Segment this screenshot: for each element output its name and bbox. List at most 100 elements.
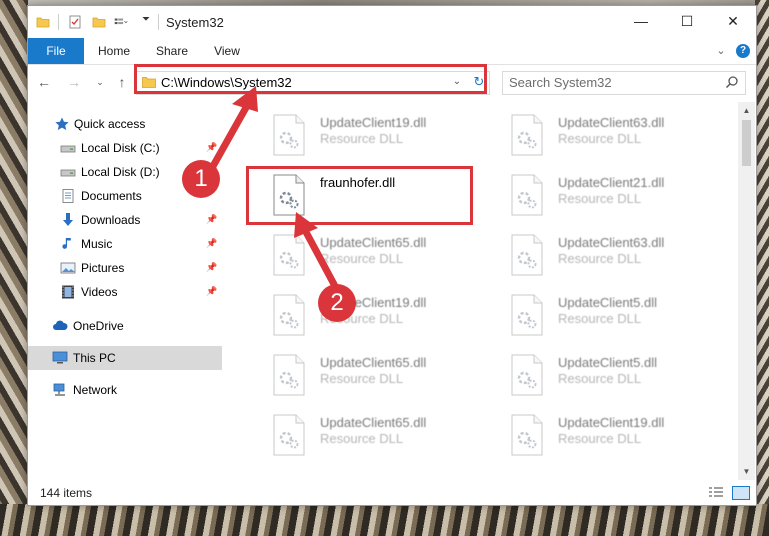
- sidebar-item-label: Documents: [81, 189, 142, 203]
- forward-arrow-icon[interactable]: →: [66, 74, 82, 90]
- item-count: 144 items: [40, 486, 93, 500]
- properties-icon[interactable]: [68, 15, 82, 29]
- sidebar-item-label: Quick access: [74, 117, 146, 131]
- search-input[interactable]: [509, 75, 709, 90]
- expand-ribbon-icon[interactable]: ⌄: [714, 44, 728, 58]
- file-name: UpdateClient65.dll: [320, 355, 427, 370]
- details-view-icon[interactable]: [708, 486, 724, 498]
- step-2-badge: 2: [318, 284, 356, 322]
- scrollbar-thumb[interactable]: [742, 120, 751, 166]
- file-tile[interactable]: UpdateClient5.dll Resource DLL: [486, 286, 716, 342]
- back-arrow-icon[interactable]: ←: [36, 74, 52, 90]
- help-icon[interactable]: ?: [736, 44, 750, 58]
- file-type: Resource DLL: [558, 191, 642, 206]
- file-type: Resource DLL: [320, 371, 404, 386]
- file-tile[interactable]: UpdateClient5.dll Resource DLL: [486, 346, 716, 402]
- step-1-badge: 1: [182, 160, 220, 198]
- file-name: UpdateClient63.dll: [558, 115, 665, 130]
- wallpaper-right: [755, 0, 769, 536]
- scroll-down-icon[interactable]: ▼: [738, 463, 755, 480]
- star-icon: [55, 117, 69, 130]
- file-tile[interactable]: UpdateClient65.dll Resource DLL: [248, 226, 478, 282]
- pin-icon[interactable]: 📌: [206, 238, 217, 250]
- sidebar-item-local-disk-c[interactable]: Local Disk (C:) 📌: [28, 136, 222, 160]
- pin-icon[interactable]: 📌: [206, 262, 217, 274]
- sidebar-item-music[interactable]: Music 📌: [28, 232, 222, 256]
- sidebar-item-label: Music: [81, 237, 113, 251]
- close-button[interactable]: ✕: [710, 6, 756, 36]
- file-type: Resource DLL: [320, 431, 404, 446]
- sidebar-item-pictures[interactable]: Pictures 📌: [28, 256, 222, 280]
- dll-file-icon: [511, 414, 543, 456]
- file-type: Resource DLL: [558, 311, 642, 326]
- file-tile[interactable]: UpdateClient63.dll Resource DLL: [486, 106, 716, 162]
- file-tile[interactable]: UpdateClient21.dll Resource DLL: [486, 166, 716, 222]
- dll-file-icon: [273, 234, 305, 276]
- file-tile[interactable]: UpdateClient65.dll Resource DLL: [248, 346, 478, 402]
- file-type: Resource DLL: [558, 431, 642, 446]
- pin-icon[interactable]: 📌: [206, 142, 217, 154]
- large-icons-view-icon[interactable]: [732, 486, 750, 500]
- drive-icon: [60, 169, 76, 177]
- sidebar-item-videos[interactable]: Videos 📌: [28, 280, 222, 304]
- recent-locations-icon[interactable]: ⌄: [92, 74, 108, 90]
- dll-file-icon: [511, 174, 543, 216]
- sidebar-item-downloads[interactable]: Downloads 📌: [28, 208, 222, 232]
- tab-file[interactable]: File: [28, 38, 84, 64]
- tab-share[interactable]: Share: [152, 38, 192, 64]
- new-folder-icon[interactable]: [92, 15, 106, 29]
- search-box[interactable]: [502, 71, 746, 95]
- sidebar-item-this-pc[interactable]: This PC: [28, 346, 222, 370]
- computer-icon: [52, 351, 68, 364]
- navigation-pane: Quick access Local Disk (C:) 📌 Local Dis…: [28, 102, 222, 480]
- sidebar-item-quick-access[interactable]: Quick access: [28, 112, 222, 136]
- dll-file-icon: [511, 114, 543, 156]
- file-name: UpdateClient65.dll: [320, 415, 427, 430]
- file-name: UpdateClient21.dll: [558, 175, 665, 190]
- dll-file-icon: [511, 354, 543, 396]
- sidebar-item-network[interactable]: Network: [28, 378, 222, 402]
- sidebar-item-onedrive[interactable]: OneDrive: [28, 314, 222, 338]
- file-tile[interactable]: UpdateClient19.dll Resource DLL: [486, 406, 716, 462]
- file-tile[interactable]: UpdateClient19.dll Resource DLL: [248, 286, 478, 342]
- dll-file-icon: [273, 294, 305, 336]
- vertical-scrollbar[interactable]: ▲ ▼: [738, 102, 755, 480]
- tab-home[interactable]: Home: [92, 38, 136, 64]
- file-tile[interactable]: UpdateClient63.dll Resource DLL: [486, 226, 716, 282]
- tab-view[interactable]: View: [210, 38, 244, 64]
- file-name: UpdateClient19.dll: [558, 415, 665, 430]
- maximize-button[interactable]: ☐: [664, 6, 710, 36]
- title-separator: [158, 14, 159, 30]
- customize-toolbar-icon[interactable]: ⏷: [142, 14, 156, 28]
- file-tile[interactable]: UpdateClient19.dll Resource DLL: [248, 106, 478, 162]
- title-bar: ⏷ System32 — ☐ ✕: [28, 6, 756, 38]
- search-icon[interactable]: [725, 75, 739, 89]
- sidebar-item-label: Network: [73, 383, 118, 397]
- view-dropdown-icon[interactable]: [114, 15, 128, 29]
- pin-icon[interactable]: 📌: [206, 214, 217, 226]
- pin-icon[interactable]: 📌: [206, 286, 217, 298]
- file-type: Resource DLL: [558, 371, 642, 386]
- window-title: System32: [166, 15, 224, 30]
- scroll-up-icon[interactable]: ▲: [738, 102, 755, 119]
- drive-icon: [60, 145, 76, 153]
- sidebar-item-label: OneDrive: [73, 319, 124, 333]
- file-type: Resource DLL: [558, 251, 642, 266]
- cloud-icon: [53, 320, 68, 330]
- sidebar-item-label: Videos: [81, 285, 118, 299]
- sidebar-item-label: Downloads: [81, 213, 141, 227]
- file-name: UpdateClient5.dll: [558, 295, 658, 310]
- file-type: Resource DLL: [558, 131, 642, 146]
- file-tile[interactable]: UpdateClient65.dll Resource DLL: [248, 406, 478, 462]
- file-name: UpdateClient63.dll: [558, 235, 665, 250]
- sidebar-item-label: Pictures: [81, 261, 125, 275]
- minimize-button[interactable]: —: [618, 6, 664, 36]
- file-type: Resource DLL: [320, 131, 404, 146]
- file-name: UpdateClient19.dll: [320, 115, 427, 130]
- pictures-icon: [60, 262, 76, 274]
- address-highlight-box: [134, 64, 487, 94]
- file-type: Resource DLL: [320, 251, 404, 266]
- up-arrow-icon[interactable]: ↑: [114, 74, 130, 90]
- dll-file-icon: [273, 414, 305, 456]
- wallpaper-bottom: [0, 504, 769, 536]
